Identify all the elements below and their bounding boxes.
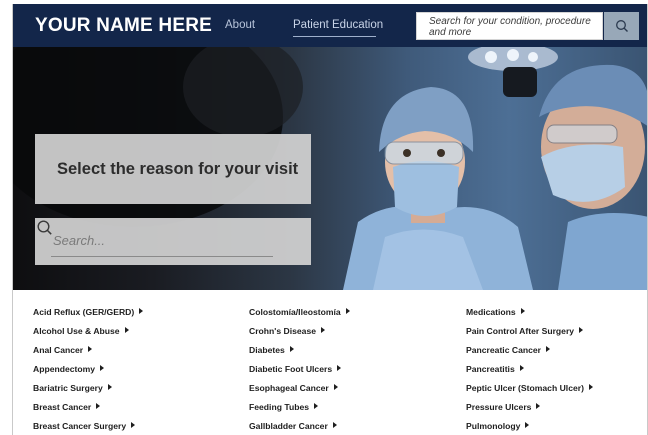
caret-right-icon bbox=[88, 346, 93, 352]
link-label: Diabetic Foot Ulcers bbox=[249, 364, 333, 374]
link-label: Pressure Ulcers bbox=[466, 402, 532, 412]
link-breast-cancer-surgery[interactable]: Breast Cancer Surgery bbox=[33, 421, 143, 435]
caret-right-icon bbox=[536, 403, 541, 409]
link-label: Breast Cancer Surgery bbox=[33, 421, 127, 431]
link-label: Diabetes bbox=[249, 345, 285, 355]
caret-right-icon bbox=[333, 384, 338, 390]
link-label: Gallbladder Cancer bbox=[249, 421, 328, 431]
active-nav-underline bbox=[293, 36, 376, 37]
link-pressure-ulcers[interactable]: Pressure Ulcers bbox=[466, 402, 593, 421]
link-label: Feeding Tubes bbox=[249, 402, 310, 412]
link-colostomia[interactable]: Colostomía/Ileostomía bbox=[249, 307, 350, 326]
link-pain-control[interactable]: Pain Control After Surgery bbox=[466, 326, 593, 345]
header-search-input[interactable]: Search for your condition, procedure and… bbox=[416, 12, 603, 40]
caret-right-icon bbox=[337, 365, 342, 371]
visit-reason-title: Select the reason for your visit bbox=[57, 159, 299, 178]
hero-search-underline bbox=[51, 256, 273, 257]
link-label: Pain Control After Surgery bbox=[466, 326, 575, 336]
hero-banner: Select the reason for your visit Search.… bbox=[13, 47, 647, 290]
caret-right-icon bbox=[519, 365, 524, 371]
caret-right-icon bbox=[289, 346, 294, 352]
caret-right-icon bbox=[588, 384, 593, 390]
site-header: YOUR NAME HERE About Patient Education S… bbox=[13, 4, 647, 47]
link-label: Appendectomy bbox=[33, 364, 96, 374]
link-label: Bariatric Surgery bbox=[33, 383, 103, 393]
caret-right-icon bbox=[321, 327, 326, 333]
caret-right-icon bbox=[131, 422, 136, 428]
link-label: Acid Reflux (GER/GERD) bbox=[33, 307, 135, 317]
link-label: Anal Cancer bbox=[33, 345, 84, 355]
links-column-2: Colostomía/Ileostomía Crohn's Disease Di… bbox=[249, 307, 350, 435]
link-appendectomy[interactable]: Appendectomy bbox=[33, 364, 143, 383]
nav-patient-education[interactable]: Patient Education bbox=[293, 19, 383, 31]
link-pulmonology[interactable]: Pulmonology bbox=[466, 421, 593, 435]
link-bariatric-surgery[interactable]: Bariatric Surgery bbox=[33, 383, 143, 402]
link-label: Colostomía/Ileostomía bbox=[249, 307, 341, 317]
link-label: Crohn's Disease bbox=[249, 326, 317, 336]
condition-links: Acid Reflux (GER/GERD) Alcohol Use & Abu… bbox=[13, 290, 647, 435]
caret-right-icon bbox=[124, 327, 129, 333]
caret-right-icon bbox=[332, 422, 337, 428]
link-label: Breast Cancer bbox=[33, 402, 92, 412]
link-diabetes[interactable]: Diabetes bbox=[249, 345, 350, 364]
link-label: Esophageal Cancer bbox=[249, 383, 329, 393]
link-label: Peptic Ulcer (Stomach Ulcer) bbox=[466, 383, 584, 393]
link-label: Pancreatitis bbox=[466, 364, 515, 374]
caret-right-icon bbox=[525, 422, 530, 428]
link-medications[interactable]: Medications bbox=[466, 307, 593, 326]
caret-right-icon bbox=[107, 384, 112, 390]
link-label: Pancreatic Cancer bbox=[466, 345, 541, 355]
link-breast-cancer[interactable]: Breast Cancer bbox=[33, 402, 143, 421]
hero-search-placeholder: Search... bbox=[53, 233, 106, 248]
visit-reason-box: Select the reason for your visit bbox=[35, 134, 311, 204]
link-crohns-disease[interactable]: Crohn's Disease bbox=[249, 326, 350, 345]
caret-right-icon bbox=[96, 403, 101, 409]
brand-logo-text[interactable]: YOUR NAME HERE bbox=[35, 15, 212, 37]
caret-right-icon bbox=[314, 403, 319, 409]
page-frame: YOUR NAME HERE About Patient Education S… bbox=[12, 4, 648, 435]
link-label: Medications bbox=[466, 307, 516, 317]
caret-right-icon bbox=[139, 308, 144, 314]
caret-right-icon bbox=[546, 346, 550, 352]
caret-right-icon bbox=[579, 327, 584, 333]
link-diabetic-foot-ulcers[interactable]: Diabetic Foot Ulcers bbox=[249, 364, 350, 383]
link-peptic-ulcer[interactable]: Peptic Ulcer (Stomach Ulcer) bbox=[466, 383, 593, 402]
link-anal-cancer[interactable]: Anal Cancer bbox=[33, 345, 143, 364]
links-column-1: Acid Reflux (GER/GERD) Alcohol Use & Abu… bbox=[33, 307, 144, 435]
search-icon bbox=[615, 20, 628, 32]
link-label: Pulmonology bbox=[466, 421, 521, 431]
link-esophageal-cancer[interactable]: Esophageal Cancer bbox=[249, 383, 350, 402]
header-search-button[interactable] bbox=[604, 12, 639, 40]
link-pancreatitis[interactable]: Pancreatitis bbox=[466, 364, 593, 383]
link-label: Alcohol Use & Abuse bbox=[33, 326, 120, 336]
nav-about[interactable]: About bbox=[225, 19, 255, 31]
link-gallbladder-cancer[interactable]: Gallbladder Cancer bbox=[249, 421, 350, 435]
caret-right-icon bbox=[520, 308, 525, 314]
link-acid-reflux[interactable]: Acid Reflux (GER/GERD) bbox=[33, 307, 144, 326]
search-icon[interactable] bbox=[35, 218, 55, 238]
link-pancreatic-cancer[interactable]: Pancreatic Cancer bbox=[466, 345, 593, 364]
caret-right-icon bbox=[345, 308, 350, 314]
links-column-3: Medications Pain Control After Surgery P… bbox=[466, 307, 593, 435]
link-alcohol-use[interactable]: Alcohol Use & Abuse bbox=[33, 326, 143, 345]
link-feeding-tubes[interactable]: Feeding Tubes bbox=[249, 402, 350, 421]
hero-search-field[interactable]: Search... bbox=[35, 218, 311, 265]
caret-right-icon bbox=[100, 365, 105, 371]
